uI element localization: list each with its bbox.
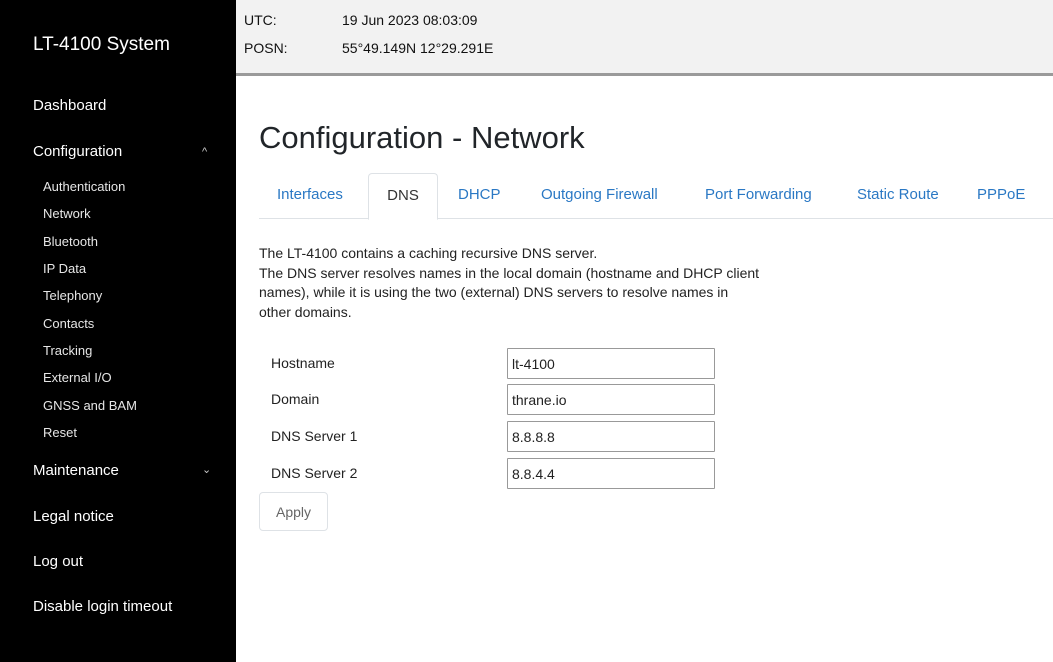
- tab-interfaces[interactable]: Interfaces: [277, 173, 343, 219]
- dns-server-1-label: DNS Server 1: [271, 428, 358, 444]
- tab-pppoe[interactable]: PPPoE: [977, 173, 1025, 219]
- description-line: The LT-4100 contains a caching recursive…: [259, 245, 598, 261]
- nav-tracking[interactable]: Tracking: [43, 343, 92, 358]
- tab-dns[interactable]: DNS: [368, 173, 438, 220]
- nav-network[interactable]: Network: [43, 206, 91, 221]
- nav-authentication[interactable]: Authentication: [43, 179, 125, 194]
- hostname-input[interactable]: [507, 348, 715, 379]
- nav-reset[interactable]: Reset: [43, 425, 77, 440]
- nav-legal-notice[interactable]: Legal notice: [33, 508, 114, 525]
- hostname-label: Hostname: [271, 355, 335, 371]
- description-line: other domains.: [259, 303, 352, 320]
- tab-static-route[interactable]: Static Route: [857, 173, 939, 219]
- nav-external-io[interactable]: External I/O: [43, 370, 112, 385]
- description-line: names), while it is using the two (exter…: [259, 284, 729, 300]
- posn-label: POSN:: [244, 40, 288, 56]
- nav-gnss-bam[interactable]: GNSS and BAM: [43, 398, 137, 413]
- dns-server-2-input[interactable]: [507, 458, 715, 489]
- sidebar: LT-4100 System Dashboard Configuration ^…: [0, 0, 236, 662]
- description-line: The DNS server resolves names in the loc…: [259, 264, 760, 281]
- nav-maintenance[interactable]: Maintenance: [33, 462, 119, 479]
- chevron-up-icon[interactable]: ^: [202, 146, 207, 158]
- tab-bar: Interfaces DNS DHCP Outgoing Firewall Po…: [259, 173, 1053, 220]
- nav-ip-data[interactable]: IP Data: [43, 261, 86, 276]
- brand-title: LT-4100 System: [33, 34, 170, 55]
- nav-log-out[interactable]: Log out: [33, 553, 83, 570]
- chevron-down-icon[interactable]: ⌄: [202, 463, 211, 476]
- dns-server-2-label: DNS Server 2: [271, 465, 358, 481]
- nav-disable-login-timeout[interactable]: Disable login timeout: [33, 598, 172, 615]
- utc-label: UTC:: [244, 12, 277, 28]
- dns-server-1-input[interactable]: [507, 421, 715, 452]
- nav-telephony[interactable]: Telephony: [43, 288, 102, 303]
- utc-value: 19 Jun 2023 08:03:09: [342, 12, 478, 28]
- domain-input[interactable]: [507, 384, 715, 415]
- apply-button[interactable]: Apply: [259, 492, 328, 531]
- domain-label: Domain: [271, 391, 320, 407]
- tab-dhcp[interactable]: DHCP: [458, 173, 501, 219]
- tab-port-forwarding[interactable]: Port Forwarding: [705, 173, 812, 219]
- nav-configuration[interactable]: Configuration: [33, 143, 122, 160]
- status-bar: UTC: 19 Jun 2023 08:03:09 POSN: 55°49.14…: [236, 0, 1053, 76]
- page-title: Configuration - Network: [259, 120, 585, 155]
- tab-outgoing-firewall[interactable]: Outgoing Firewall: [541, 173, 658, 219]
- dns-description: The LT-4100 contains a caching recursive…: [259, 244, 849, 322]
- nav-bluetooth[interactable]: Bluetooth: [43, 234, 98, 249]
- nav-contacts[interactable]: Contacts: [43, 316, 94, 331]
- nav-dashboard[interactable]: Dashboard: [33, 97, 106, 114]
- posn-value: 55°49.149N 12°29.291E: [342, 40, 494, 56]
